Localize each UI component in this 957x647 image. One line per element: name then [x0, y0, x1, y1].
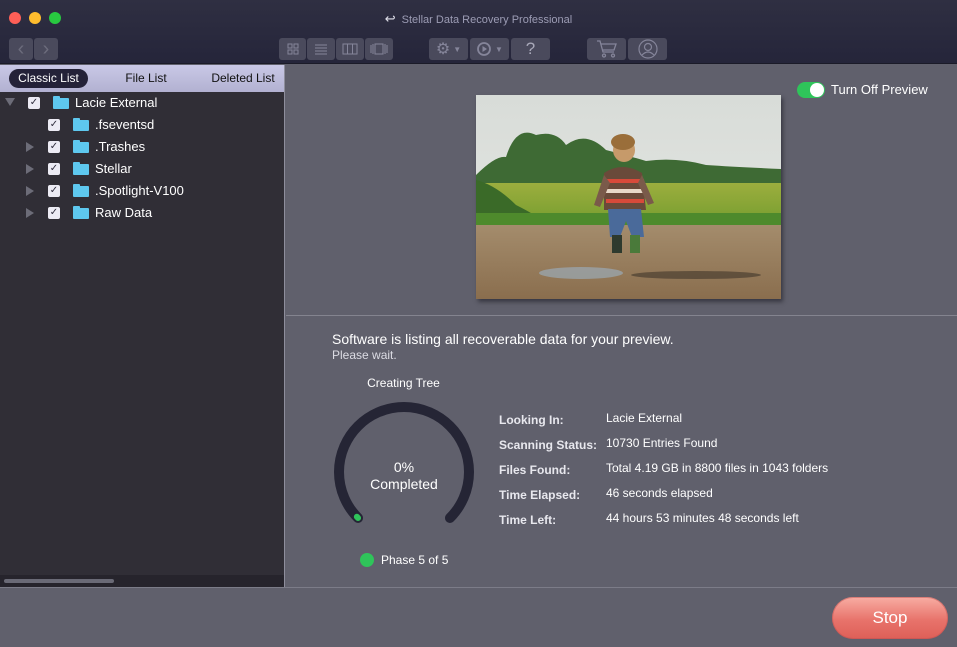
folder-icon — [73, 206, 89, 219]
detail-value: 10730 Entries Found — [606, 436, 718, 450]
resume-recovery-button[interactable]: ▼ — [470, 38, 509, 60]
stop-button[interactable]: Stop — [832, 597, 948, 639]
toggle-knob — [810, 83, 824, 97]
resume-recovery-icon — [477, 42, 491, 56]
preview-image — [476, 95, 781, 299]
checkbox[interactable]: ✓ — [48, 141, 60, 153]
checkbox[interactable]: ✓ — [48, 119, 60, 131]
chevron-right-icon: › — [42, 38, 50, 60]
folder-icon — [73, 140, 89, 153]
photo-child-jumping-puddle — [476, 95, 781, 299]
back-button[interactable]: ‹ — [9, 38, 33, 60]
chevron-left-icon: ‹ — [17, 38, 25, 60]
tab-deleted-list[interactable]: Deleted List — [204, 69, 282, 88]
expand-arrow-icon[interactable] — [26, 186, 34, 196]
tree-row-fseventsd[interactable]: ✓ .fseventsd — [0, 114, 284, 136]
help-button[interactable]: ? — [511, 38, 550, 60]
detail-key: Time Elapsed: — [499, 488, 581, 502]
phase-title: Creating Tree — [367, 376, 440, 390]
tree-row-label: .Spotlight-V100 — [95, 183, 184, 198]
title-bar: ↩ Stellar Data Recovery Professional ‹ › … — [0, 0, 957, 64]
gauge-text: 0% Completed — [324, 459, 484, 493]
expand-arrow-icon[interactable] — [26, 208, 34, 218]
sidebar-tabs: Classic List File List Deleted List — [0, 65, 284, 92]
window-title: ↩ Stellar Data Recovery Professional — [0, 11, 957, 27]
help-icon: ? — [525, 39, 536, 58]
checkbox[interactable]: ✓ — [48, 185, 60, 197]
column-view-button[interactable] — [336, 38, 364, 60]
tab-classic-list[interactable]: Classic List — [9, 69, 88, 88]
user-icon — [637, 39, 658, 59]
folder-tree: ✓ Lacie External ✓ .fseventsd ✓ .Trashes… — [0, 92, 284, 224]
checkbox[interactable]: ✓ — [28, 97, 40, 109]
detail-value: Total 4.19 GB in 8800 files in 1043 fold… — [606, 461, 829, 475]
tree-row-trashes[interactable]: ✓ .Trashes — [0, 136, 284, 158]
folder-icon — [53, 96, 69, 109]
forward-button[interactable]: › — [34, 38, 58, 60]
grid-view-button[interactable] — [279, 38, 306, 60]
grid-view-icon — [287, 43, 298, 55]
checkbox[interactable]: ✓ — [48, 163, 60, 175]
detail-value: 46 seconds elapsed — [606, 486, 713, 500]
account-button[interactable] — [628, 38, 667, 60]
cart-button[interactable] — [587, 38, 626, 60]
expand-arrow-icon[interactable] — [26, 142, 34, 152]
tree-row-lacie-external[interactable]: ✓ Lacie External — [0, 92, 284, 114]
list-view-icon — [315, 44, 327, 55]
gear-icon: ⚙ — [435, 41, 451, 58]
window-title-text: Stellar Data Recovery Professional — [401, 14, 573, 26]
phase-status-dot — [360, 553, 374, 567]
detail-key: Looking In: — [499, 413, 564, 427]
section-divider — [286, 315, 957, 316]
back-arrow-icon: ↩ — [384, 11, 396, 26]
dropdown-caret-icon: ▼ — [495, 44, 503, 54]
scan-message: Software is listing all recoverable data… — [332, 331, 674, 347]
preview-toggle[interactable] — [797, 82, 825, 98]
detail-key: Time Left: — [499, 513, 557, 527]
expand-arrow-icon[interactable] — [5, 98, 15, 106]
expand-arrow-icon[interactable] — [26, 164, 34, 174]
tree-row-label: .Trashes — [95, 139, 146, 154]
cover-flow-icon — [370, 43, 388, 55]
detail-value: 44 hours 53 minutes 48 seconds left — [606, 511, 799, 525]
main-panel: Turn Off Preview Software is listing all… — [286, 65, 957, 587]
detail-key: Files Found: — [499, 463, 571, 477]
list-view-button[interactable] — [307, 38, 335, 60]
cover-flow-button[interactable] — [365, 38, 393, 60]
detail-key: Scanning Status: — [499, 438, 598, 452]
column-view-icon — [342, 43, 358, 55]
tree-row-label: .fseventsd — [95, 117, 155, 132]
cart-icon — [596, 40, 617, 58]
gauge-fill — [353, 513, 362, 521]
settings-button[interactable]: ⚙ ▼ — [429, 38, 468, 60]
horizontal-scrollbar[interactable] — [0, 575, 284, 587]
phase-label: Phase 5 of 5 — [381, 553, 449, 567]
scrollbar-thumb[interactable] — [4, 579, 114, 583]
preview-toggle-label: Turn Off Preview — [831, 82, 928, 97]
tree-row-stellar[interactable]: ✓ Stellar — [0, 158, 284, 180]
tree-row-label: Raw Data — [95, 205, 153, 220]
tree-row-label: Lacie External — [75, 95, 158, 110]
sidebar: Classic List File List Deleted List ✓ La… — [0, 65, 285, 587]
bottom-bar: Stop — [0, 587, 957, 647]
detail-value: Lacie External — [606, 411, 683, 425]
tree-row-raw-data[interactable]: ✓ Raw Data — [0, 202, 284, 224]
tree-row-spotlight[interactable]: ✓ .Spotlight-V100 — [0, 180, 284, 202]
dropdown-caret-icon: ▼ — [453, 44, 462, 54]
tree-row-label: Stellar — [95, 161, 132, 176]
scan-sub-message: Please wait. — [332, 348, 397, 362]
checkbox[interactable]: ✓ — [48, 207, 60, 219]
percent-label: 0% — [393, 459, 415, 475]
completed-label: Completed — [370, 476, 438, 492]
tab-file-list[interactable]: File List — [115, 69, 177, 88]
folder-icon — [73, 184, 89, 197]
folder-icon — [73, 162, 89, 175]
folder-icon — [73, 118, 89, 131]
